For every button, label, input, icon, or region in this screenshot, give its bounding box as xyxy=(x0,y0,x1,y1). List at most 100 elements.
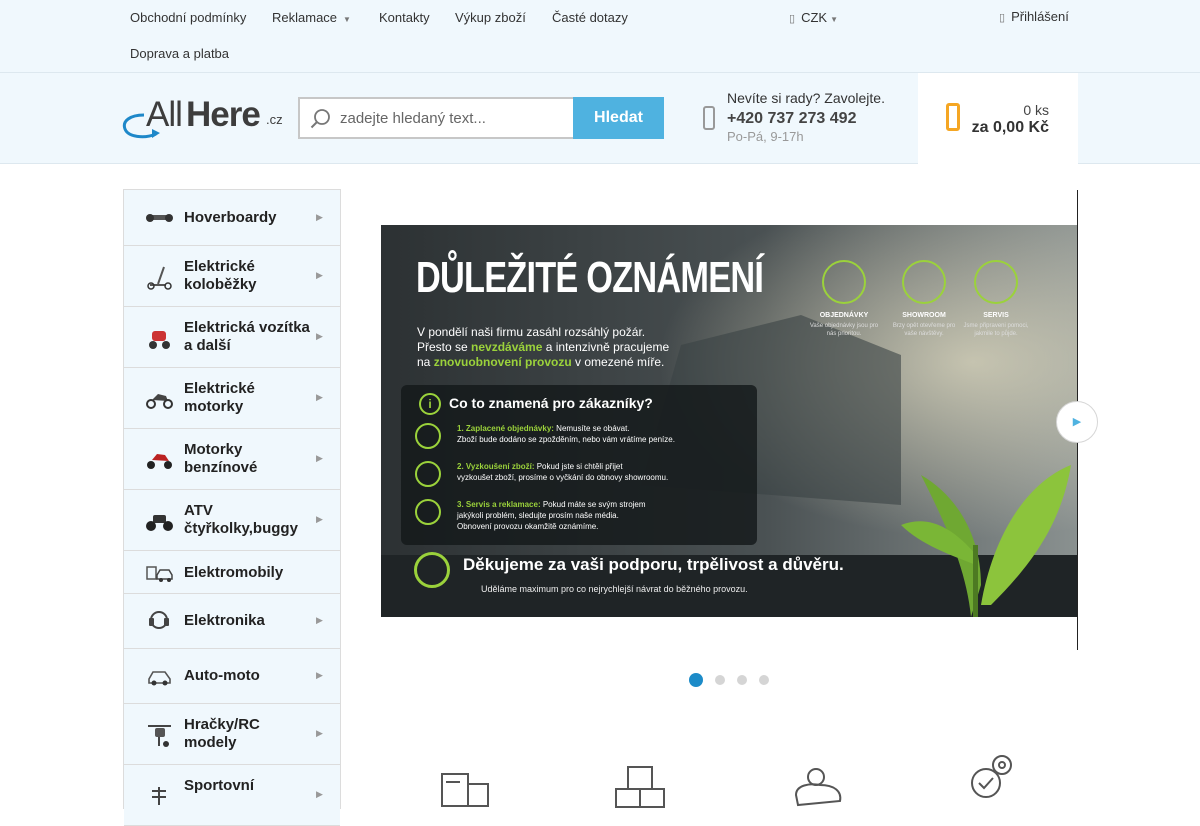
nav-link-doprava-a-platba[interactable]: Doprava a platba xyxy=(130,46,229,61)
shopping-bag-icon xyxy=(415,461,441,487)
sidebar-item-elektricke-kolobezky[interactable]: Elektrické koloběžky ▶ xyxy=(124,246,340,307)
sidebar-item-label: Hoverboardy xyxy=(184,209,277,226)
nav-link-reklamace[interactable]: Reklamace ▼ xyxy=(272,10,351,25)
sidebar-item-hoverboardy[interactable]: Hoverboardy ▶ xyxy=(124,190,340,246)
chevron-right-icon: ▶ xyxy=(316,514,323,524)
logo-text-here: Here xyxy=(186,95,261,134)
sidebar-item-label: Elektromobily xyxy=(184,564,284,581)
electronics-icon xyxy=(149,611,169,629)
banner-feature-showroom: SHOWROOM Brzy opět otevřeme pro vaše náv… xyxy=(889,260,959,338)
banner-feature-orders: OBJEDNÁVKY Vaše objednávky jsou pro nás … xyxy=(809,260,879,338)
header: All Here .cz Hledat Nevíte si rady? Zavo… xyxy=(0,73,1200,164)
nav-link-kontakty[interactable]: Kontakty xyxy=(379,10,430,25)
help-phone-number[interactable]: +420 737 273 492 xyxy=(727,110,856,128)
delivery-truck-icon xyxy=(441,773,489,807)
help-hours: Po-Pá, 9-17h xyxy=(727,129,804,144)
sidebar-item-elektricka-vozitka[interactable]: Elektrická vozítka a další ▶ xyxy=(124,307,340,368)
slider-dot-4[interactable] xyxy=(759,675,769,685)
sidebar-item-label: ATV čtyřkolky,buggy xyxy=(184,502,298,537)
chevron-down-icon: ▼ xyxy=(830,15,838,24)
sidebar-item-label: Elektrické koloběžky xyxy=(184,258,257,293)
e-motorbike-icon xyxy=(146,394,173,409)
banner-thanks: Děkujeme za vaši podporu, trpělivost a d… xyxy=(463,555,844,574)
info-icon: i xyxy=(419,393,441,415)
banner-intro: V pondělí naši firmu zasáhl rozsáhlý pož… xyxy=(417,325,737,370)
sidebar-item-hracky-rc-modely[interactable]: Hračky/RC modely ▶ xyxy=(124,704,340,765)
motorbike-icon xyxy=(147,454,172,469)
wrench-icon xyxy=(415,499,441,525)
search-box xyxy=(298,97,574,139)
sidebar-item-motorky-benzinove[interactable]: Motorky benzínové ▶ xyxy=(124,429,340,490)
login-link[interactable]: ▯ Přihlášení xyxy=(999,9,1069,24)
sidebar-item-label: Auto-moto xyxy=(184,667,260,684)
chevron-right-icon: ▶ xyxy=(316,453,323,463)
rc-toy-icon xyxy=(148,725,171,747)
slider-dot-1[interactable] xyxy=(689,673,703,687)
store-icon xyxy=(902,260,946,304)
boxes-icon xyxy=(615,766,665,808)
chevron-right-icon: ▶ xyxy=(316,670,323,680)
electric-car-icon xyxy=(146,566,173,582)
banner-info-box: i Co to znamená pro zákazníky? 1. Zaplac… xyxy=(401,385,757,545)
heart-icon xyxy=(414,552,450,588)
car-icon xyxy=(148,671,171,686)
sidebar-item-label: Sportovní xyxy=(184,777,254,794)
help-title: Nevíte si rady? Zavolejte. xyxy=(727,90,885,106)
login-label: Přihlášení xyxy=(1011,9,1069,24)
search-input[interactable] xyxy=(340,99,570,137)
search-button[interactable]: Hledat xyxy=(573,97,664,139)
cart-quantity: 0 ks xyxy=(1023,102,1049,118)
cart-icon xyxy=(822,260,866,304)
nav-link-vykup-zbozi[interactable]: Výkup zboží xyxy=(455,10,526,25)
sidebar-item-label: Elektronika xyxy=(184,612,265,629)
sidebar-item-elektronika[interactable]: Elektronika ▶ xyxy=(124,594,340,649)
sidebar-item-label: Elektrické motorky xyxy=(184,380,255,415)
chevron-right-icon: ▶ xyxy=(316,331,323,341)
sidebar-item-elektricke-motorky[interactable]: Elektrické motorky ▶ xyxy=(124,368,340,429)
vehicle-icon xyxy=(149,331,170,349)
hoverboard-icon xyxy=(146,214,173,222)
slider-dot-3[interactable] xyxy=(737,675,747,685)
banner-intro-line: na znovuobnovení provozu v omezené míře. xyxy=(417,355,665,369)
sidebar-item-label: Motorky benzínové xyxy=(184,441,258,476)
announcement-banner[interactable]: DŮLEŽITÉ OZNÁMENÍ V pondělí naši firmu z… xyxy=(381,225,1077,617)
sidebar-item-label: Elektrická vozítka a další xyxy=(184,319,310,354)
slider-dot-2[interactable] xyxy=(715,675,725,685)
wrench-icon xyxy=(974,260,1018,304)
cart-bag-icon xyxy=(946,103,960,131)
nav-link-caste-dotazy[interactable]: Časté dotazy xyxy=(552,10,628,25)
atv-icon xyxy=(146,515,173,531)
scooter-icon xyxy=(147,266,172,290)
nav-link-obchodni-podminky[interactable]: Obchodní podmínky xyxy=(130,10,246,25)
sport-icon xyxy=(152,787,166,805)
category-sidebar: Hoverboardy ▶ Elektrické koloběžky ▶ Ele… xyxy=(123,189,341,826)
sidebar-item-auto-moto[interactable]: Auto-moto ▶ xyxy=(124,649,340,704)
chevron-down-icon: ▼ xyxy=(343,15,351,24)
box-icon xyxy=(415,423,441,449)
search-icon xyxy=(310,109,330,129)
banner-feature-service: SERVIS Jsme připraveni pomoci, jakmile t… xyxy=(961,260,1031,338)
currency-icon: ▯ xyxy=(789,13,796,25)
slider-next-button[interactable]: ▶ xyxy=(1056,401,1098,443)
piggy-bank-icon xyxy=(794,768,842,807)
banner-box-title: Co to znamená pro zákazníky? xyxy=(449,395,653,411)
phone-icon xyxy=(703,106,715,130)
site-logo[interactable]: All Here .cz xyxy=(122,95,287,145)
sidebar-item-atv[interactable]: ATV čtyřkolky,buggy ▶ xyxy=(124,490,340,551)
user-icon: ▯ xyxy=(999,12,1006,24)
banner-title: DŮLEŽITÉ OZNÁMENÍ xyxy=(416,253,764,302)
service-gear-icon xyxy=(971,755,1012,798)
sidebar-item-elektromobily[interactable]: Elektromobily xyxy=(124,551,340,594)
currency-selector[interactable]: ▯ CZK ▼ xyxy=(789,10,838,25)
cart-widget[interactable]: 0 ks za 0,00 Kč xyxy=(918,73,1078,164)
chevron-right-icon: ▶ xyxy=(316,270,323,280)
cart-total: za 0,00 Kč xyxy=(971,119,1049,136)
chevron-right-icon: ▶ xyxy=(316,212,323,222)
logo-text-all: All xyxy=(146,95,183,134)
chevron-right-icon: ▶ xyxy=(1072,416,1082,428)
currency-label: CZK xyxy=(801,10,828,25)
logo-text-suffix: .cz xyxy=(266,112,283,127)
sidebar-item-sportovni[interactable]: Sportovní ▶ xyxy=(124,765,340,826)
chevron-right-icon: ▶ xyxy=(316,392,323,402)
banner-intro-line: V pondělí naši firmu zasáhl rozsáhlý pož… xyxy=(417,325,646,339)
